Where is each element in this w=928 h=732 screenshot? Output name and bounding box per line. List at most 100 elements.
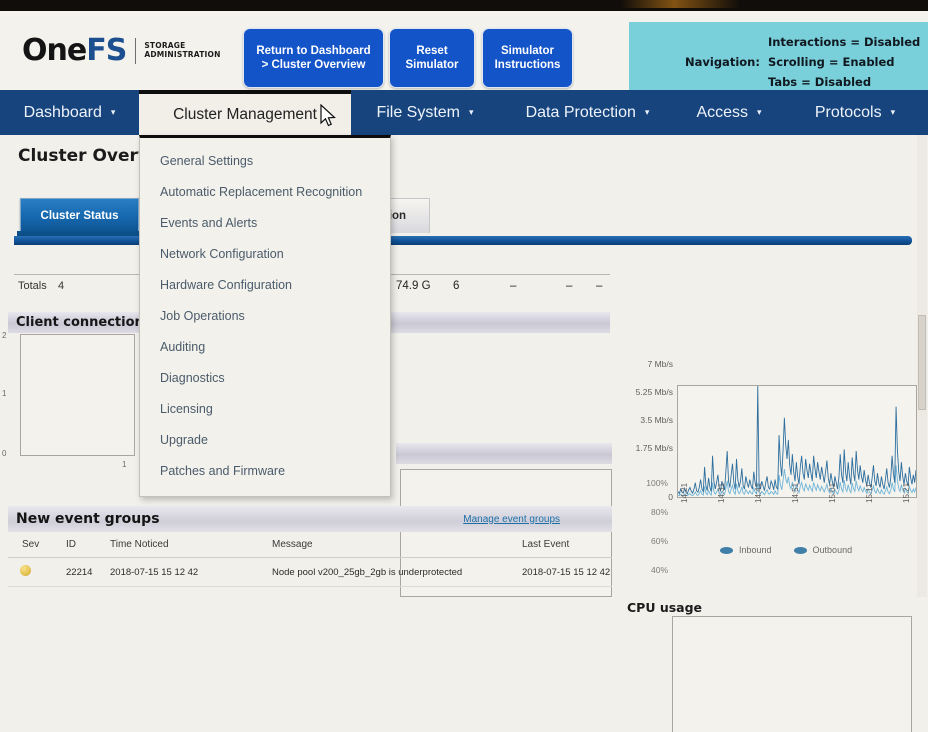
nav-dashboard-label: Dashboard (24, 104, 102, 122)
cpu-usage-chart (672, 616, 912, 732)
logo-one: One (22, 33, 86, 68)
nav-item-file-system[interactable]: File System ▾ (351, 90, 499, 135)
navigation-status-values: Interactions = Disabled Scrolling = Enab… (768, 32, 920, 92)
network-chart-xtick-5: 15:11 (865, 484, 874, 503)
network-throughput-chart (677, 385, 917, 498)
legend-swatch-icon (794, 547, 807, 554)
nav-item-access[interactable]: Access ▾ (676, 90, 782, 135)
navigation-interactions-status: Interactions = Disabled (768, 32, 920, 52)
metric-dash-3: – (596, 280, 602, 292)
menu-item-diagnostics[interactable]: Diagnostics (140, 362, 390, 393)
cpu-chart-ytick-40: 40% (634, 565, 668, 575)
event-groups-header: New event groups Manage event groups (8, 506, 612, 532)
logo-divider (135, 38, 136, 64)
menu-label: Network Configuration (160, 247, 284, 261)
network-chart-xtick-3: 14:51 (791, 483, 800, 503)
column-header-sev: Sev (8, 532, 66, 558)
reset-simulator-button[interactable]: Reset Simulator (389, 28, 475, 88)
column-header-id: ID (66, 532, 110, 558)
column-header-last-event: Last Event (522, 532, 612, 558)
chevron-down-icon: ▾ (111, 107, 116, 118)
cell-last-event: 2018-07-15 15 12 42 (522, 558, 612, 587)
nav-item-cluster-management[interactable]: Cluster Management (139, 90, 351, 135)
legend-entry-outbound: Outbound (794, 545, 853, 555)
cpu-chart-ytick-60: 60% (634, 536, 668, 546)
menu-item-auditing[interactable]: Auditing (140, 331, 390, 362)
menu-item-network-configuration[interactable]: Network Configuration (140, 238, 390, 269)
menu-label: Automatic Replacement Recognition (160, 185, 362, 199)
tab-cluster-status[interactable]: Cluster Status (20, 198, 139, 233)
menu-label: Diagnostics (160, 371, 225, 385)
scrollbar-thumb[interactable] (918, 315, 926, 410)
network-chart-svg (678, 386, 916, 497)
metric-count: 6 (453, 280, 459, 292)
menu-item-events-and-alerts[interactable]: Events and Alerts (140, 207, 390, 238)
event-groups-title: New event groups (8, 511, 160, 527)
menu-item-automatic-replacement-recognition[interactable]: Automatic Replacement Recognition (140, 176, 390, 207)
manage-event-groups-link[interactable]: Manage event groups (463, 514, 612, 525)
table-row[interactable]: 22214 2018-07-15 15 12 42 Node pool v200… (8, 558, 612, 587)
nav-item-data-protection[interactable]: Data Protection ▾ (499, 90, 676, 135)
simulator-instructions-button[interactable]: Simulator Instructions (482, 28, 573, 88)
nav-protocols-label: Protocols (815, 104, 882, 122)
simulator-header: OneFS STORAGE ADMINISTRATION Return to D… (0, 11, 928, 90)
bezel-glare (620, 0, 740, 8)
menu-label: General Settings (160, 154, 253, 168)
cluster-management-dropdown-menu: General Settings Automatic Replacement R… (139, 135, 391, 497)
nav-file-system-label: File System (376, 104, 460, 122)
network-chart-xtick-1: 14:31 (717, 483, 726, 503)
menu-label: Job Operations (160, 309, 245, 323)
chevron-down-icon: ▾ (469, 107, 474, 118)
menu-item-job-operations[interactable]: Job Operations (140, 300, 390, 331)
menu-label: Hardware Configuration (160, 278, 292, 292)
network-chart-ytick-7: 7 Mb/s (627, 359, 673, 369)
event-groups-table: Sev ID Time Noticed Message Last Event 2… (8, 532, 612, 587)
client-chart-ytick-0: 0 (2, 449, 6, 458)
navigation-tabs-status: Tabs = Disabled (768, 72, 920, 92)
nav-cluster-management-label: Cluster Management (173, 106, 317, 124)
network-chart-legend: Inbound Outbound (720, 545, 874, 555)
chevron-down-icon: ▾ (645, 107, 650, 118)
reset-button-line2: Simulator (405, 58, 458, 72)
network-chart-ytick-0: 0 (627, 492, 673, 502)
cell-message: Node pool v200_25gb_2gb is underprotecte… (272, 558, 522, 587)
nav-item-protocols[interactable]: Protocols ▾ (782, 90, 928, 135)
client-chart-xtick-0: 1 (122, 460, 126, 469)
menu-label: Auditing (160, 340, 205, 354)
page-scrollbar[interactable] (917, 135, 927, 597)
menu-item-patches-and-firmware[interactable]: Patches and Firmware (140, 455, 390, 486)
menu-item-upgrade[interactable]: Upgrade (140, 424, 390, 455)
return-button-line1: Return to Dashboard (256, 44, 370, 58)
nav-item-dashboard[interactable]: Dashboard ▾ (0, 90, 139, 135)
client-connection-title: Client connection (8, 315, 144, 330)
network-throughput-panel: 7 Mb/s 5.25 Mb/s 3.5 Mb/s 1.75 Mb/s 0 14… (625, 245, 925, 475)
logo-fs: FS (86, 33, 126, 68)
main-navigation-bar: Dashboard ▾ Cluster Management File Syst… (0, 90, 928, 135)
menu-item-hardware-configuration[interactable]: Hardware Configuration (140, 269, 390, 300)
menu-item-general-settings[interactable]: General Settings (140, 145, 390, 176)
middle-panel-header (396, 443, 612, 464)
cpu-chart-ytick-100: 100% (634, 478, 668, 488)
client-chart-ytick-1: 1 (2, 389, 6, 398)
menu-item-licensing[interactable]: Licensing (140, 393, 390, 424)
legend-inbound-label: Inbound (739, 545, 772, 555)
network-chart-ytick-175: 1.75 Mb/s (627, 443, 673, 453)
navigation-status-label: Navigation: (685, 55, 760, 69)
metric-dash-2: – (566, 280, 572, 292)
metric-size: 74.9 G (396, 280, 431, 292)
onefs-logo: OneFS STORAGE ADMINISTRATION (22, 33, 221, 68)
network-chart-xtick-2: 14:41 (754, 483, 763, 503)
logo-subtitle: STORAGE ADMINISTRATION (144, 42, 220, 59)
return-to-dashboard-button[interactable]: Return to Dashboard > Cluster Overview (243, 28, 384, 88)
legend-outbound-label: Outbound (813, 545, 853, 555)
network-chart-ytick-35: 3.5 Mb/s (627, 415, 673, 425)
table-header-row: Sev ID Time Noticed Message Last Event (8, 532, 612, 558)
network-chart-ytick-525: 5.25 Mb/s (627, 387, 673, 397)
nav-access-label: Access (696, 104, 748, 122)
client-connection-chart (20, 334, 135, 456)
client-chart-ytick-2: 2 (2, 331, 6, 340)
column-header-time-noticed: Time Noticed (110, 532, 272, 558)
legend-swatch-icon (720, 547, 733, 554)
logo-wordmark: OneFS (22, 33, 126, 68)
return-button-line2: > Cluster Overview (262, 58, 366, 72)
